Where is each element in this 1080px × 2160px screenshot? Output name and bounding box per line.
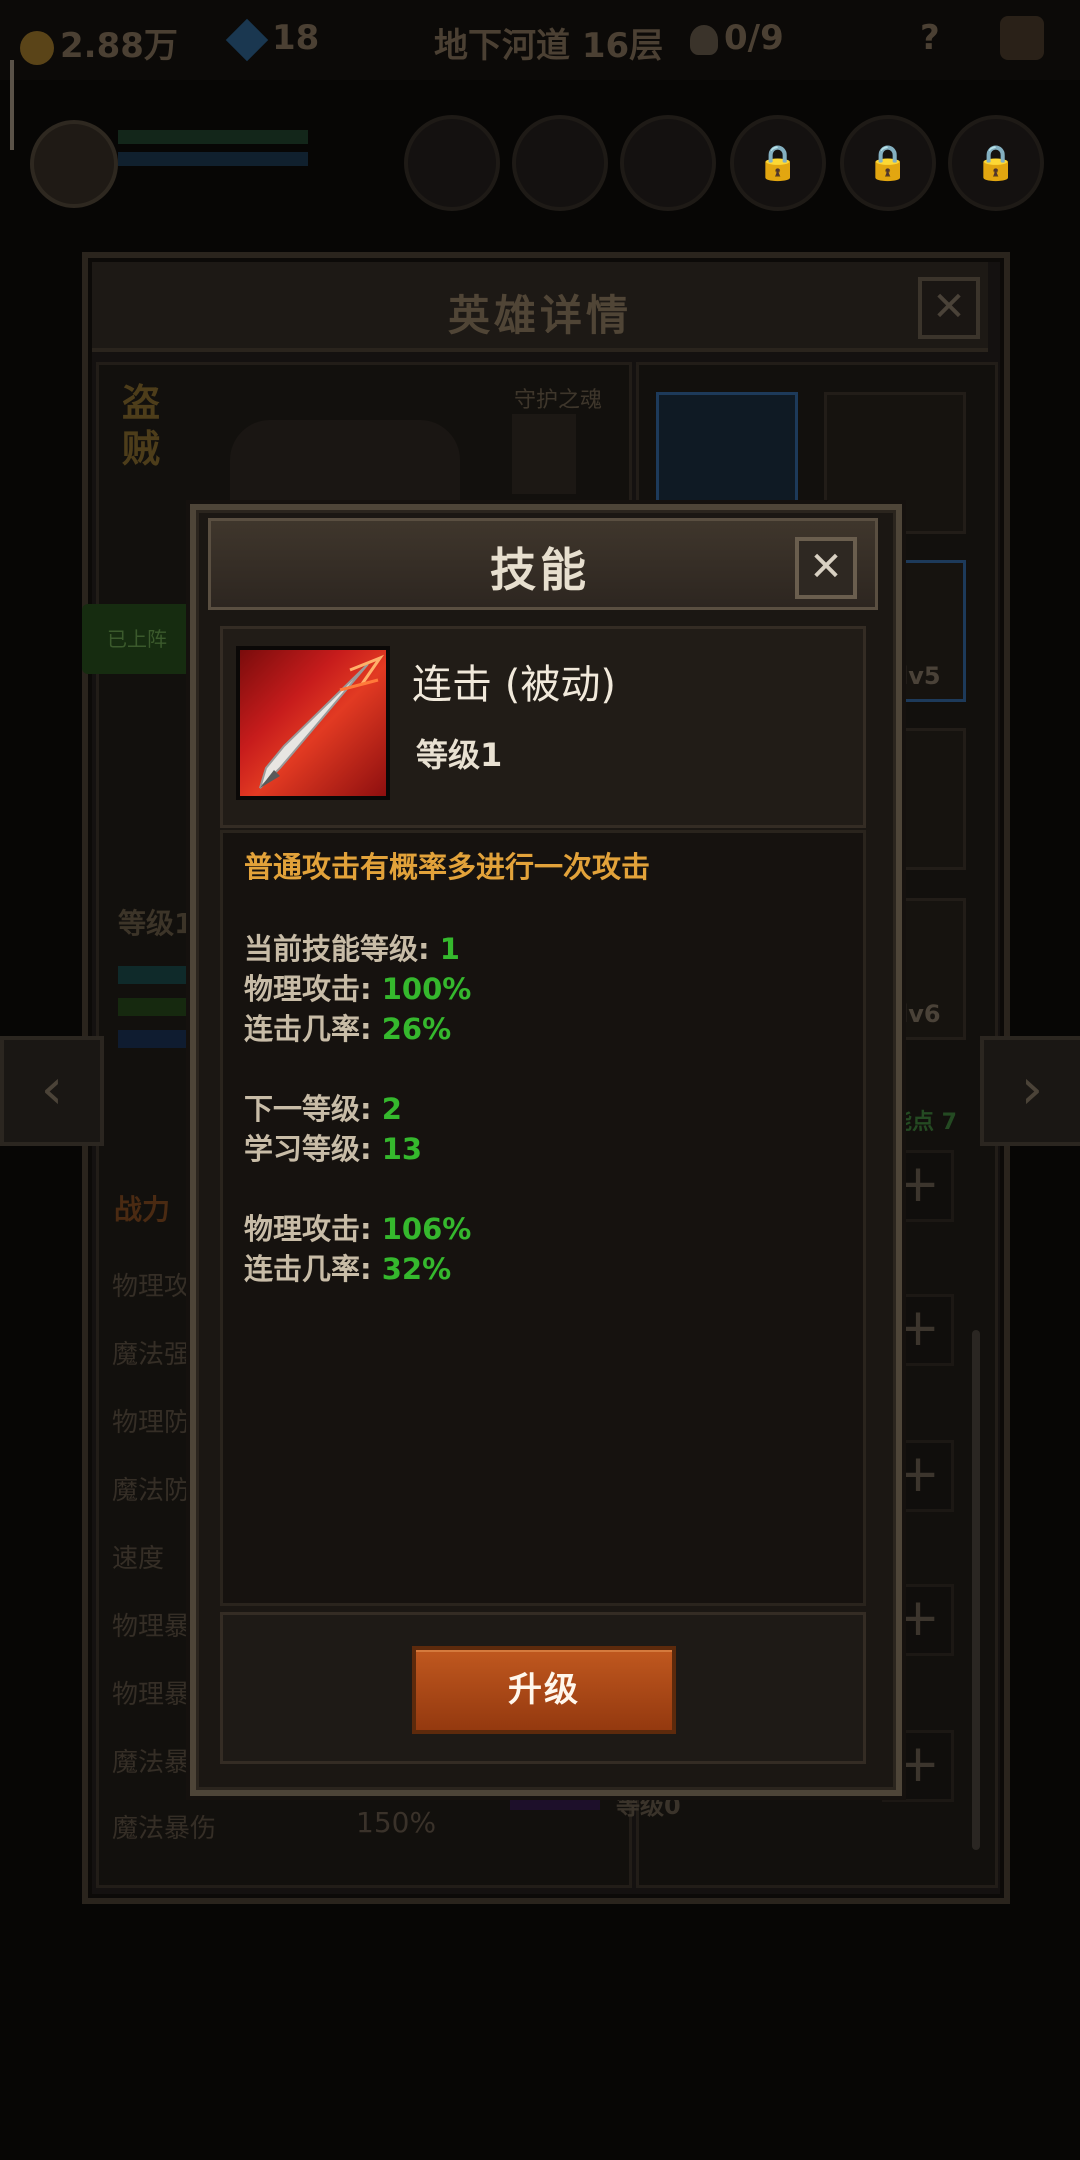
skill-slot-3[interactable] bbox=[620, 115, 716, 211]
gold-counter: 2.88万 bbox=[20, 18, 178, 67]
stat-bar-2 bbox=[118, 998, 198, 1016]
stat-label: 魔法强 bbox=[112, 1340, 191, 1370]
next-attack-line: 物理攻击: 106% bbox=[244, 1212, 472, 1246]
stat-label: 物理防 bbox=[112, 1408, 191, 1438]
help-button[interactable]: ? bbox=[920, 18, 940, 58]
scrollbar[interactable] bbox=[972, 1330, 980, 1850]
equip-level: lv6 bbox=[900, 1000, 941, 1028]
next-hero-button[interactable]: › bbox=[980, 1036, 1080, 1146]
stat-label: 速度 bbox=[112, 1544, 165, 1574]
stat-label: 魔法防 bbox=[112, 1476, 191, 1506]
hero-class-name: 盗贼 bbox=[122, 381, 161, 471]
hero-level: 等级1 bbox=[118, 907, 194, 940]
upgrade-button[interactable]: 升级 bbox=[412, 1646, 676, 1734]
stat-label: 魔法暴伤 bbox=[112, 1814, 217, 1844]
dagger-skill-icon bbox=[236, 646, 390, 800]
skill-slot-2[interactable] bbox=[512, 115, 608, 211]
gem-counter: 18 bbox=[225, 18, 319, 61]
locked-slot-3: 🔒 bbox=[948, 115, 1044, 211]
dagger-icon bbox=[259, 654, 385, 789]
skill-modal-title: 技能 bbox=[490, 543, 590, 597]
next-combo-line: 连击几率: 32% bbox=[244, 1252, 452, 1286]
lock-icon: 🔒 bbox=[974, 143, 1018, 183]
guard-soul-label: 守护之魂 bbox=[514, 388, 603, 413]
location-label: 地下河道 16层 bbox=[434, 26, 664, 66]
stat-label: 魔法暴 bbox=[112, 1748, 191, 1778]
key-counter: 0/9 bbox=[690, 18, 784, 58]
hero-detail-close-button[interactable]: ✕ bbox=[918, 277, 980, 339]
stat-label: 物理暴 bbox=[112, 1612, 191, 1642]
learn-level-line: 学习等级: 13 bbox=[244, 1132, 423, 1166]
close-button[interactable]: ✕ bbox=[795, 537, 857, 599]
stat-bar-3 bbox=[118, 1030, 198, 1048]
skill-name: 连击 (被动) bbox=[412, 662, 616, 708]
deployed-badge: 已上阵 bbox=[82, 604, 192, 674]
side-indicator bbox=[10, 60, 14, 150]
crit-damage-value: 150% bbox=[356, 1806, 437, 1839]
skill-slot-1[interactable] bbox=[404, 115, 500, 211]
next-level-line: 下一等级: 2 bbox=[244, 1092, 402, 1126]
lock-icon: 🔒 bbox=[866, 143, 910, 183]
current-attack-line: 物理攻击: 100% bbox=[244, 972, 472, 1006]
skill-description: 普通攻击有概率多进行一次攻击 bbox=[244, 850, 651, 884]
stat-bar-1 bbox=[118, 966, 198, 984]
current-combo-line: 连击几率: 26% bbox=[244, 1012, 452, 1046]
prev-hero-button[interactable]: ‹ bbox=[0, 1036, 104, 1146]
lock-icon: 🔒 bbox=[756, 143, 800, 183]
hp-bar bbox=[118, 130, 308, 144]
gem-icon bbox=[225, 18, 269, 61]
coin-icon bbox=[20, 30, 54, 65]
stat-label: 物理攻 bbox=[112, 1272, 191, 1302]
skill-level: 等级1 bbox=[416, 736, 503, 774]
hero-avatar[interactable] bbox=[30, 120, 118, 208]
mp-bar bbox=[118, 152, 308, 166]
settings-icon[interactable] bbox=[1000, 16, 1044, 60]
current-level-line: 当前技能等级: 1 bbox=[244, 932, 460, 966]
equip-level: lv5 bbox=[900, 662, 941, 690]
locked-slot-2: 🔒 bbox=[840, 115, 936, 211]
guard-soul-icon[interactable] bbox=[512, 414, 576, 494]
locked-slot-1: 🔒 bbox=[730, 115, 826, 211]
skull-icon bbox=[690, 24, 718, 55]
stat-label: 物理暴 bbox=[112, 1680, 191, 1710]
power-label: 战力 bbox=[114, 1193, 171, 1226]
